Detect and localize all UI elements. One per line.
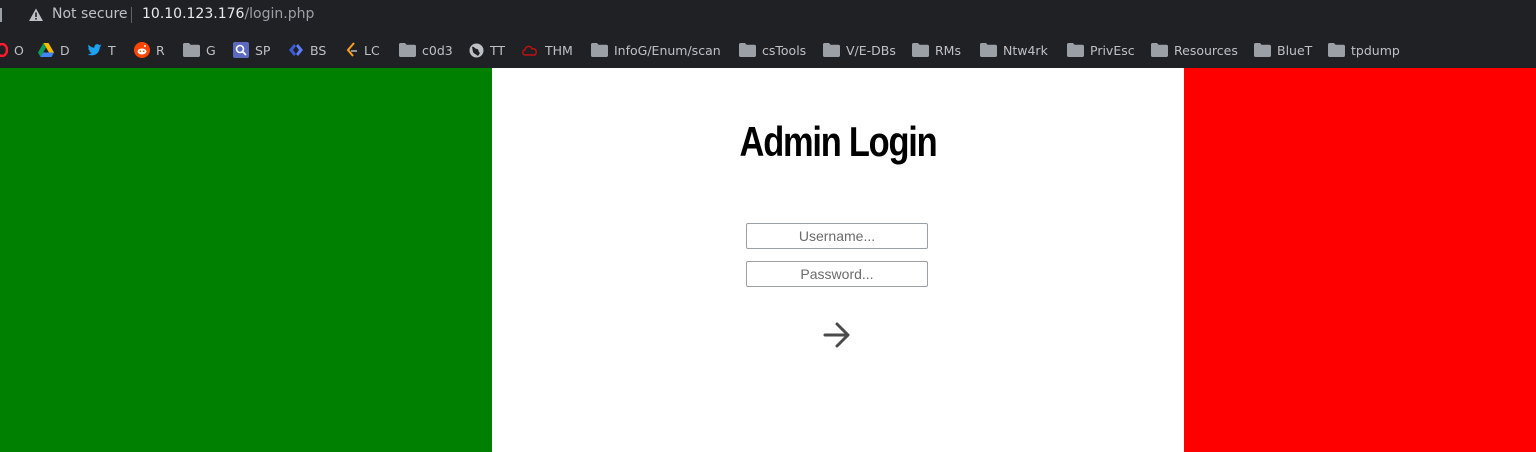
folder-icon <box>591 43 608 57</box>
green-band <box>0 68 492 452</box>
bs-icon <box>289 44 303 56</box>
opera-icon <box>0 43 8 57</box>
bookmark-lc[interactable]: LC <box>346 41 380 59</box>
google-drive-icon <box>38 43 54 57</box>
login-page: Admin Login <box>0 68 1536 452</box>
folder-icon <box>399 43 416 57</box>
folder-icon <box>980 43 997 57</box>
bookmark-d[interactable]: D <box>38 41 70 59</box>
folder-icon <box>1151 43 1168 57</box>
bookmark-sp[interactable]: SP <box>233 41 270 59</box>
bookmark-label: G <box>206 42 216 58</box>
bookmark-label: PrivEsc <box>1090 42 1135 58</box>
bookmark-bluet[interactable]: BlueT <box>1254 41 1312 59</box>
bookmark-label: RMs <box>935 42 961 58</box>
url-text[interactable]: 10.10.123.176/login.php <box>142 6 314 22</box>
bookmark-label: SP <box>255 42 271 58</box>
folder-icon <box>183 43 200 57</box>
bookmark-rms[interactable]: RMs <box>912 41 961 59</box>
bookmark-g[interactable]: G <box>183 41 216 59</box>
tryhackme-icon <box>522 45 537 56</box>
folder-icon <box>912 43 929 57</box>
bookmark-tt[interactable]: TT <box>469 41 505 59</box>
globe-icon <box>469 43 484 57</box>
folder-icon <box>1254 43 1271 57</box>
page-title: Admin Login <box>739 118 938 165</box>
bookmark-label: c0d3 <box>422 42 453 58</box>
bookmark-label: O <box>14 42 24 58</box>
bookmarks-bar: O D T R G SP BS LC c0d3 TT THM InfoG/Enu… <box>0 31 1536 69</box>
bookmark-label: InfoG/Enum/scan <box>614 42 721 58</box>
submit-button[interactable] <box>820 320 854 350</box>
bookmark-r[interactable]: R <box>134 41 165 59</box>
bookmark-label: THM <box>545 42 573 58</box>
username-input[interactable] <box>746 223 928 249</box>
bookmark-c0d3[interactable]: c0d3 <box>399 41 453 59</box>
arrow-right-icon <box>823 322 850 348</box>
folder-icon <box>1067 43 1084 57</box>
url-host: 10.10.123.176 <box>142 6 245 22</box>
bookmark-label: Ntw4rk <box>1003 42 1048 58</box>
twitter-icon <box>87 43 102 55</box>
bookmark-tpdump[interactable]: tpdump <box>1328 41 1400 59</box>
bookmark-label: LC <box>364 42 380 58</box>
bookmark-label: D <box>60 42 70 58</box>
search-icon <box>233 42 249 58</box>
security-status-label[interactable]: Not secure <box>52 6 128 22</box>
bookmark-label: csTools <box>762 42 807 58</box>
url-path: /login.php <box>244 6 315 22</box>
bookmark-t[interactable]: T <box>87 41 116 59</box>
bookmark-label: tpdump <box>1351 42 1400 58</box>
folder-icon <box>739 43 756 57</box>
bookmark-thm[interactable]: THM <box>521 41 573 59</box>
bookmark-ntw4rk[interactable]: Ntw4rk <box>980 41 1048 59</box>
bookmark-cstools[interactable]: csTools <box>739 41 806 59</box>
folder-icon <box>823 43 840 57</box>
password-input[interactable] <box>746 261 928 287</box>
bookmark-bs[interactable]: BS <box>288 41 326 59</box>
white-band: Admin Login <box>492 68 1184 452</box>
bookmark-resources[interactable]: Resources <box>1151 41 1238 59</box>
bookmark-label: T <box>108 42 116 58</box>
warning-triangle-icon[interactable] <box>28 7 44 23</box>
folder-icon <box>1328 43 1345 57</box>
leetcode-icon <box>346 42 357 57</box>
bookmark-label: R <box>156 42 165 58</box>
red-band <box>1184 68 1536 452</box>
bookmark-vedbs[interactable]: V/E-DBs <box>823 41 896 59</box>
bookmark-privesc[interactable]: PrivEsc <box>1067 41 1135 59</box>
address-bar[interactable]: Not secure 10.10.123.176/login.php <box>0 0 1536 31</box>
reddit-icon <box>134 42 150 58</box>
bookmark-label: TT <box>490 42 506 58</box>
bookmark-label: BS <box>310 42 327 58</box>
tab-edge <box>0 8 2 22</box>
url-divider <box>131 7 132 23</box>
bookmark-label: Resources <box>1174 42 1238 58</box>
bookmark-label: V/E-DBs <box>846 42 896 58</box>
bookmark-o[interactable]: O <box>0 41 24 59</box>
bookmark-infog[interactable]: InfoG/Enum/scan <box>591 41 721 59</box>
bookmark-label: BlueT <box>1277 42 1313 58</box>
